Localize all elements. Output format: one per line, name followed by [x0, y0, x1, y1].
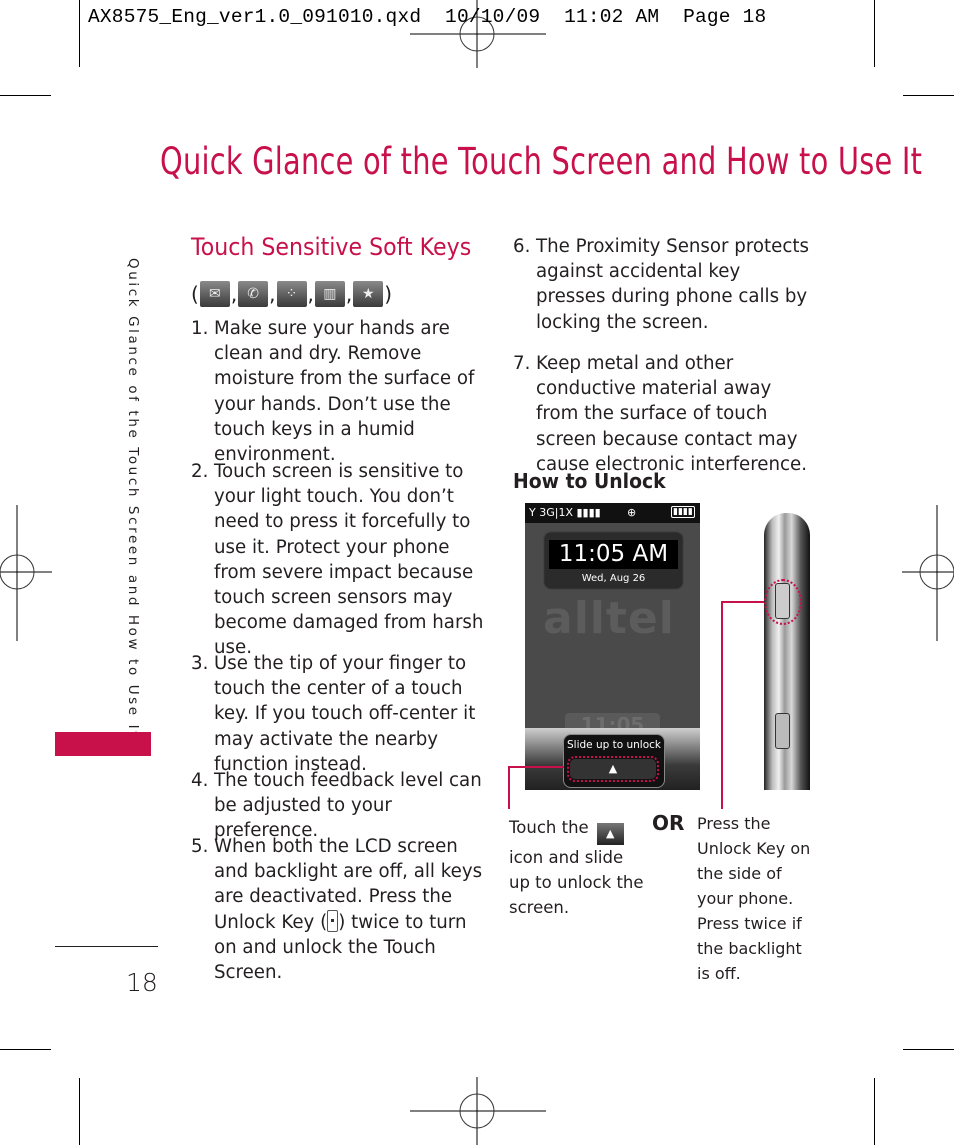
separator: , [269, 282, 276, 306]
callout-line [508, 766, 510, 809]
list-item: 5. When both the LCD screen and backligh… [191, 834, 489, 985]
or-label: OR [652, 811, 685, 835]
location-icon: ⊕ [627, 506, 637, 519]
slide-to-unlock-widget: Slide up to unlock ▲ [563, 734, 665, 788]
item-number: 5. [191, 836, 209, 857]
unlock-key-highlight [764, 579, 802, 625]
signal-icon: Y 3G|1X ▮▮▮▮ [529, 506, 601, 519]
phone-dial-icon: ✆ [238, 281, 269, 307]
registration-mark-left [0, 505, 52, 641]
close-paren: ) [384, 282, 393, 306]
lock-screen-image: Y 3G|1X ▮▮▮▮ ⊕ ▮▮▮▮ 11:05 AM Wed, Aug 26… [525, 503, 700, 790]
item-number: 4. [191, 770, 209, 791]
list-item: 7. Keep metal and other conductive mater… [513, 351, 813, 477]
registration-mark-bottom [410, 1077, 546, 1145]
item-text: Touch screen is sensitive to your light … [214, 461, 484, 659]
registration-mark-right [902, 505, 954, 641]
separator: , [230, 282, 238, 306]
messaging-icon: ✉ [199, 281, 230, 307]
callout-line [508, 766, 564, 768]
status-bar: Y 3G|1X ▮▮▮▮ ⊕ ▮▮▮▮ [525, 503, 700, 523]
clock-time: 11:05 AM [549, 540, 678, 569]
separator: , [345, 282, 353, 306]
menu-grid-icon: ⁘ [276, 281, 307, 307]
crop-mark [874, 0, 875, 67]
item-number: 2. [191, 461, 209, 482]
crop-mark [0, 1049, 51, 1050]
list-item: 6. The Proximity Sensor protects against… [513, 234, 813, 335]
page-number-rule [55, 946, 158, 947]
crop-mark [903, 1049, 954, 1050]
clock-widget: 11:05 AM Wed, Aug 26 [545, 533, 682, 588]
side-tab-marker [55, 732, 151, 756]
item-number: 1. [191, 318, 209, 339]
page-number: 18 [126, 968, 158, 997]
crop-mark [79, 0, 80, 67]
clock-date: Wed, Aug 26 [581, 573, 646, 584]
side-back-key [775, 713, 790, 749]
separator: , [307, 282, 314, 306]
callout-line [721, 601, 723, 809]
page-title: Quick Glance of the Touch Screen and How… [160, 140, 923, 183]
list-item: 3. Use the tip of your finger to touch t… [191, 651, 493, 777]
item-text: Keep metal and other conductive material… [536, 353, 807, 475]
item-text: The Proximity Sensor protects against ac… [536, 236, 809, 333]
item-number: 3. [191, 653, 209, 674]
side-tab-label: Quick Glance of the Touch Screen and How… [125, 258, 141, 740]
item-number: 7. [513, 353, 531, 374]
print-slug: AX8575_Eng_ver1.0_091010.qxd 10/10/09 11… [88, 6, 767, 28]
list-item: 2. Touch screen is sensitive to your lig… [191, 459, 489, 661]
caption-text-before: Touch the [509, 818, 589, 837]
soft-keys-heading: Touch Sensitive Soft Keys [191, 233, 472, 261]
battery-icon: ▮▮▮▮ [671, 506, 695, 518]
unlock-key-icon [327, 909, 339, 932]
list-item: 1. Make sure your hands are clean and dr… [191, 316, 489, 467]
crop-mark [874, 1078, 875, 1145]
crop-mark [79, 1078, 80, 1145]
item-number: 6. [513, 236, 531, 257]
item-text: Use the tip of your finger to touch the … [214, 653, 476, 775]
contacts-abc-icon: ▥ [314, 281, 345, 307]
how-to-unlock-heading: How to Unlock [513, 469, 666, 493]
soft-keys-icon-list: ( ✉ , ✆ , ⁘ , ▥ , ★ ) [191, 280, 392, 308]
favorites-contact-icon: ★ [353, 281, 384, 307]
crop-mark [903, 95, 954, 96]
item-text: When both the LCD screen and backlight a… [191, 834, 489, 985]
crop-mark [0, 95, 51, 96]
caption-press-key: Press the Unlock Key on the side of your… [697, 814, 811, 983]
callout-line [721, 601, 764, 603]
item-text: The touch feedback level can be adjusted… [214, 770, 482, 842]
caption-text-after: icon and slide up to unlock the screen. [509, 848, 644, 917]
slide-handle: ▲ [567, 756, 659, 782]
list-item: 4. The touch feedback level can be adjus… [191, 768, 489, 844]
item-text: Make sure your hands are clean and dry. … [214, 318, 475, 466]
phone-side-image [764, 513, 810, 790]
slide-label: Slide up to unlock [566, 739, 661, 751]
carrier-logo: alltel [543, 593, 675, 644]
caption-touch-icon: Touch the ▲ icon and slide up to unlock t… [509, 815, 644, 920]
open-paren: ( [191, 282, 199, 306]
slide-arrow-icon: ▲ [596, 823, 624, 845]
